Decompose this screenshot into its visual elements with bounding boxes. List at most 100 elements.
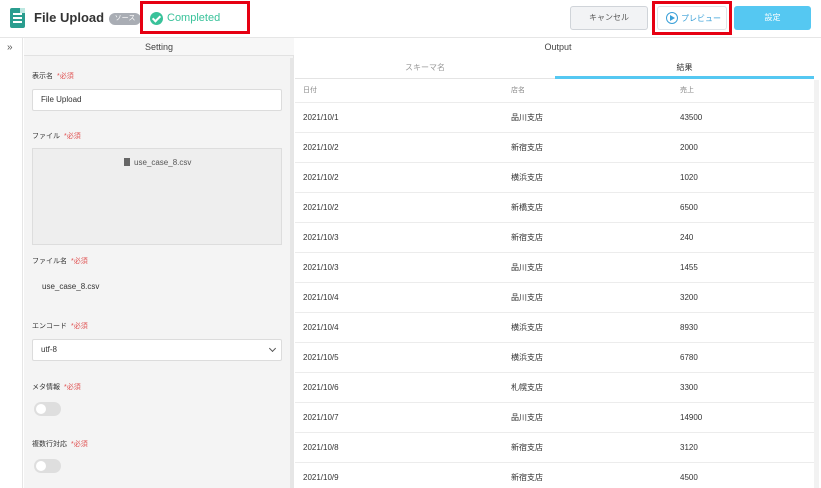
expand-chevron-icon[interactable]: » [7,42,13,53]
preview-label: プレビュー [681,14,721,23]
multiline-toggle[interactable] [34,459,61,473]
file-label: ファイル *必須 [32,133,81,140]
cell-sales: 1455 [680,263,698,272]
display-name-label: 表示名 *必須 [32,73,74,80]
cell-store: 札幌支店 [511,383,543,392]
cell-store: 新宿支店 [511,473,543,482]
cell-sales: 3120 [680,443,698,452]
cell-sales: 14900 [680,413,703,422]
cell-date: 2021/10/7 [303,413,339,422]
document-icon [124,158,130,166]
table-row: 2021/10/1 品川支店 43500 [295,102,814,132]
preview-highlight-box: プレビュー [652,1,732,35]
chevron-down-icon [268,344,277,353]
collapse-column: » [0,38,23,488]
cell-store: 品川支店 [511,263,543,272]
play-icon [666,12,678,24]
cell-date: 2021/10/2 [303,173,339,182]
cell-date: 2021/10/3 [303,263,339,272]
status-text: Completed [167,12,221,24]
source-badge: ソース [109,13,141,25]
apply-setting-button[interactable]: 設定 [734,6,811,30]
settings-header: Setting [24,38,294,56]
status-highlight-box: Completed [140,1,250,34]
cell-date: 2021/10/2 [303,143,339,152]
required-mark: *必須 [71,441,88,448]
cell-store: 横浜支店 [511,353,543,362]
cell-sales: 1020 [680,173,698,182]
cell-sales: 8930 [680,323,698,332]
table-row: 2021/10/9 新宿支店 4500 [295,462,814,488]
file-name-value: use_case_8.csv [42,282,100,291]
table-row: 2021/10/3 品川支店 1455 [295,252,814,282]
uploaded-file-name: use_case_8.csv [134,158,192,167]
cell-store: 新宿支店 [511,233,543,242]
file-name-label: ファイル名 *必須 [32,258,88,265]
cell-store: 横浜支店 [511,323,543,332]
table-row: 2021/10/2 横浜支店 1020 [295,162,814,192]
cell-store: 品川支店 [511,113,543,122]
table-row: 2021/10/2 新橋支店 6500 [295,192,814,222]
cell-store: 横浜支店 [511,173,543,182]
output-header: Output [544,42,572,52]
required-mark: *必須 [64,384,81,391]
column-header-store: 店名 [511,87,525,94]
table-row: 2021/10/7 品川支店 14900 [295,402,814,432]
cell-date: 2021/10/8 [303,443,339,452]
column-header-sales: 売上 [680,87,694,94]
meta-info-toggle[interactable] [34,402,61,416]
cell-date: 2021/10/1 [303,113,339,122]
cell-date: 2021/10/6 [303,383,339,392]
table-body: 2021/10/1 品川支店 43500 2021/10/2 新宿支店 2000 2021/… [295,102,814,488]
cell-date: 2021/10/4 [303,323,339,332]
encoding-value: utf-8 [41,345,58,354]
table-row: 2021/10/4 品川支店 3200 [295,282,814,312]
required-mark: *必須 [64,133,81,140]
cell-sales: 3200 [680,293,698,302]
cell-store: 品川支店 [511,293,543,302]
page-title: File Upload [34,10,105,25]
cancel-button[interactable]: キャンセル [570,6,648,30]
table-row: 2021/10/4 横浜支店 8930 [295,312,814,342]
cell-date: 2021/10/5 [303,353,339,362]
encoding-label: エンコード *必須 [32,323,88,330]
file-upload-icon [10,8,25,28]
cell-sales: 6500 [680,203,698,212]
settings-panel: Setting 表示名 *必須 File Upload ファイル *必須 use_c… [24,38,294,488]
table-row: 2021/10/6 札幌支店 3300 [295,372,814,402]
table-header: 日付 店名 売上 [295,81,814,101]
cell-store: 新橋支店 [511,203,543,212]
settings-scrollbar[interactable] [290,58,294,488]
cell-store: 新宿支店 [511,443,543,452]
cell-store: 品川支店 [511,413,543,422]
multiline-label: 複数行対応 *必須 [32,441,88,448]
top-bar: File Upload ソース Completed キャンセル プレビュー 設定 [0,0,821,38]
tab-result[interactable]: 結果 [555,58,814,79]
required-mark: *必須 [71,258,88,265]
encoding-select[interactable]: utf-8 [32,339,282,361]
cell-sales: 4500 [680,473,698,482]
table-row: 2021/10/5 横浜支店 6780 [295,342,814,372]
cell-date: 2021/10/2 [303,203,339,212]
cell-sales: 6780 [680,353,698,362]
table-row: 2021/10/8 新宿支店 3120 [295,432,814,462]
display-name-input[interactable]: File Upload [32,89,282,111]
tab-schema[interactable]: スキーマ名 [295,58,555,79]
file-drop-area[interactable]: use_case_8.csv [32,148,282,245]
cell-sales: 240 [680,233,694,242]
output-panel: Output スキーマ名 結果 日付 店名 売上 2021/10/1 品川支店 43… [295,38,821,488]
column-header-date: 日付 [303,87,317,94]
cell-store: 新宿支店 [511,143,543,152]
output-scrollbar[interactable] [814,80,819,488]
check-circle-icon [150,12,163,25]
cell-date: 2021/10/3 [303,233,339,242]
table-row: 2021/10/3 新宿支店 240 [295,222,814,252]
cell-sales: 43500 [680,113,703,122]
cell-sales: 3300 [680,383,698,392]
meta-info-label: メタ情報 *必須 [32,384,81,391]
cell-date: 2021/10/9 [303,473,339,482]
table-row: 2021/10/2 新宿支店 2000 [295,132,814,162]
required-mark: *必須 [71,323,88,330]
preview-button[interactable]: プレビュー [657,6,727,30]
cell-date: 2021/10/4 [303,293,339,302]
